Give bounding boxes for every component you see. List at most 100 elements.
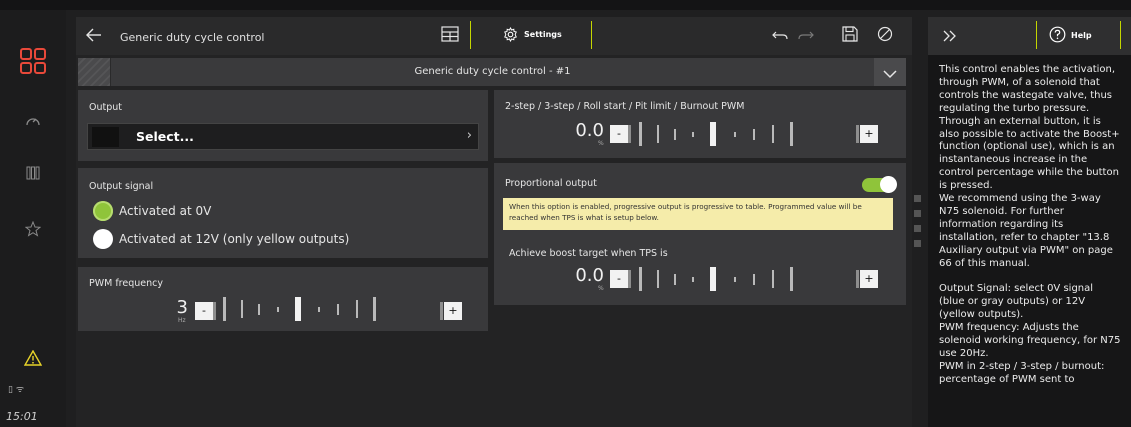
radio-selected-icon: [93, 201, 113, 221]
slider-thumb[interactable]: [710, 122, 716, 146]
stepper-edge: [440, 302, 443, 320]
output-select-text: Select...: [136, 129, 194, 144]
pwm-frequency-plus-button[interactable]: +: [444, 302, 462, 320]
main-panel: Generic duty cycle control Settings Gene…: [76, 17, 912, 427]
step-pwm-value: 0.0: [575, 120, 604, 141]
help-tab-label: Help: [1071, 31, 1092, 40]
help-paragraph: We recommend using the 3-way N75 solenoi…: [939, 193, 1113, 269]
header: Generic duty cycle control Settings: [76, 17, 912, 55]
slider-tick: [692, 132, 694, 137]
save-icon[interactable]: [842, 26, 858, 46]
pwm-frequency-panel: PWM frequency 3 Hz - +: [78, 267, 488, 331]
instance-label: Generic duty cycle control - #1: [110, 58, 874, 86]
proportional-toggle[interactable]: [862, 176, 897, 193]
proportional-notice: When this option is enabled, progressive…: [503, 198, 893, 230]
star-icon[interactable]: [0, 221, 66, 237]
page-dot[interactable]: [914, 195, 921, 202]
clock: 15:01: [6, 410, 38, 423]
instance-stripes: [78, 58, 110, 86]
help-paragraph: PWM in 2-step / 3-step / burnout: percen…: [939, 360, 1105, 385]
slider-tick: [223, 297, 226, 321]
boost-target-plus-button[interactable]: +: [860, 270, 878, 288]
gear-icon: [503, 26, 518, 46]
slider-tick: [657, 125, 659, 143]
page-dot[interactable]: [914, 240, 921, 247]
pwm-frequency-title: PWM frequency: [89, 278, 163, 289]
boost-target-value: 0.0: [575, 265, 604, 286]
slider-tick: [790, 122, 793, 146]
output-signal-title: Output signal: [89, 181, 154, 192]
slider-tick: [258, 304, 260, 315]
table-icon[interactable]: [441, 26, 459, 46]
pwm-frequency-value: 3: [176, 297, 188, 318]
sidebar: [0, 10, 66, 427]
slider-tick: [373, 297, 376, 321]
stepper-edge: [856, 125, 859, 143]
bars-icon[interactable]: [0, 166, 66, 180]
step-pwm-minus-button[interactable]: -: [610, 125, 628, 143]
warning-icon[interactable]: [0, 350, 66, 366]
undo-icon[interactable]: [772, 27, 788, 46]
top-strip: [0, 0, 1131, 10]
help-panel: Help This control enables the activation…: [928, 17, 1131, 427]
tab-help[interactable]: Help: [1036, 21, 1121, 49]
disable-icon[interactable]: [877, 26, 893, 46]
instance-selector[interactable]: Generic duty cycle control - #1: [78, 58, 906, 86]
slider-tick: [753, 129, 755, 140]
slider-tick: [277, 307, 279, 312]
settings-label: Settings: [524, 30, 562, 39]
output-select[interactable]: Select... ›: [87, 123, 479, 150]
radio-label-0v: Activated at 0V: [119, 204, 212, 218]
help-icon: [1049, 26, 1066, 47]
slider-tick: [356, 300, 358, 318]
help-paragraph: This control enables the activation, thr…: [939, 64, 1120, 192]
step-pwm-plus-button[interactable]: +: [860, 125, 878, 143]
boost-target-minus-button[interactable]: -: [610, 270, 628, 288]
toggle-knob: [880, 176, 897, 193]
back-arrow-icon[interactable]: [84, 25, 104, 49]
proportional-title: Proportional output: [505, 178, 597, 189]
step-pwm-title: 2-step / 3-step / Roll start / Pit limit…: [505, 101, 745, 112]
output-swatch: [92, 127, 119, 147]
slider-tick: [734, 277, 736, 282]
help-text: This control enables the activation, thr…: [928, 55, 1131, 427]
step-pwm-panel: 2-step / 3-step / Roll start / Pit limit…: [494, 90, 906, 158]
radio-unselected-icon: [93, 229, 113, 249]
slider-tick: [639, 122, 642, 146]
slider-tick: [734, 132, 736, 137]
pwm-frequency-minus-button[interactable]: -: [195, 302, 213, 320]
stepper-edge: [213, 302, 216, 320]
output-panel: Output Select... ›: [78, 90, 488, 161]
dashboards-logo-icon[interactable]: [0, 48, 66, 74]
proportional-panel: Proportional output When this option is …: [494, 163, 906, 305]
output-title: Output: [89, 102, 122, 113]
page-dot[interactable]: [914, 225, 921, 232]
redo-icon[interactable]: [798, 27, 814, 46]
radio-activated-0v[interactable]: Activated at 0V: [93, 201, 211, 221]
slider-thumb[interactable]: [295, 297, 301, 321]
status-icons: ▯ ᯤ: [8, 385, 25, 395]
radio-label-12v: Activated at 12V (only yellow outputs): [119, 232, 350, 246]
page-dot[interactable]: [914, 210, 921, 217]
help-paragraph: Output Signal: select 0V signal (blue or…: [939, 283, 1094, 321]
slider-thumb[interactable]: [710, 267, 716, 291]
slider-tick: [241, 300, 243, 318]
slider-tick: [692, 277, 694, 282]
chevron-down-icon[interactable]: [882, 65, 898, 84]
slider-tick: [318, 307, 320, 312]
gauge-icon[interactable]: [0, 114, 66, 128]
stepper-edge: [856, 270, 859, 288]
slider-tick: [674, 129, 676, 140]
help-paragraph: [939, 271, 1121, 284]
tab-settings[interactable]: Settings: [470, 21, 592, 49]
slider-tick: [674, 274, 676, 285]
output-signal-panel: Output signal Activated at 0V Activated …: [78, 168, 488, 258]
page-indicator: [914, 195, 921, 255]
slider-tick: [337, 304, 339, 315]
step-pwm-unit: %: [598, 140, 604, 147]
collapse-help-icon[interactable]: [942, 28, 958, 47]
slider-tick: [657, 270, 659, 288]
stepper-edge: [628, 270, 631, 288]
slider-tick: [772, 270, 774, 288]
radio-activated-12v[interactable]: Activated at 12V (only yellow outputs): [93, 229, 349, 249]
